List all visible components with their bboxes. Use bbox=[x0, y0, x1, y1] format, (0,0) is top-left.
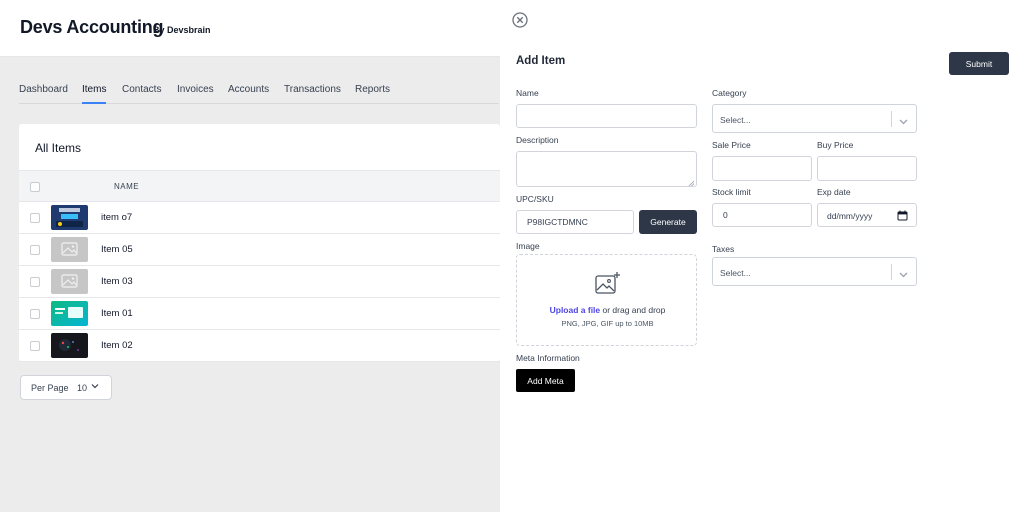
drawer-title: Add Item bbox=[516, 55, 566, 67]
chevron-down-icon bbox=[90, 381, 100, 393]
table-row[interactable]: Item 03 bbox=[19, 266, 500, 298]
nav-invoices[interactable]: Invoices bbox=[177, 84, 214, 104]
item-name[interactable]: item o7 bbox=[101, 212, 132, 223]
taxes-select[interactable]: Select... bbox=[712, 257, 917, 286]
card-title: All Items bbox=[35, 141, 82, 155]
item-thumbnail bbox=[51, 301, 88, 326]
image-dropzone[interactable]: Upload a file or drag and drop PNG, JPG,… bbox=[516, 254, 697, 346]
add-meta-button[interactable]: Add Meta bbox=[516, 369, 575, 392]
resize-grip-icon[interactable] bbox=[688, 178, 695, 187]
nav-accounts[interactable]: Accounts bbox=[228, 84, 269, 104]
nav-dashboard[interactable]: Dashboard bbox=[19, 84, 68, 104]
row-checkbox[interactable] bbox=[30, 277, 40, 287]
items-card: All Items NAME item o7 Item 05 Item 03 I… bbox=[19, 124, 500, 362]
brand-byline: By Devsbrain bbox=[153, 25, 211, 35]
column-name: NAME bbox=[114, 182, 140, 191]
item-thumbnail bbox=[51, 333, 88, 358]
upload-file-link[interactable]: Upload a file bbox=[550, 305, 601, 315]
select-all-checkbox[interactable] bbox=[30, 182, 40, 192]
placeholder-image-icon bbox=[51, 269, 88, 294]
upc-label: UPC/SKU bbox=[516, 194, 554, 204]
chevron-down-icon[interactable] bbox=[898, 114, 909, 132]
drag-drop-text: or drag and drop bbox=[600, 305, 666, 315]
per-page-value: 10 bbox=[77, 383, 88, 393]
name-label: Name bbox=[516, 88, 539, 98]
per-page-select[interactable]: Per Page 10 bbox=[20, 375, 112, 400]
stock-limit-label: Stock limit bbox=[712, 187, 751, 197]
generate-button[interactable]: Generate bbox=[639, 210, 697, 234]
calendar-icon[interactable] bbox=[897, 210, 908, 221]
item-name[interactable]: Item 05 bbox=[101, 244, 133, 255]
per-page-label: Per Page bbox=[31, 383, 69, 393]
nav-transactions[interactable]: Transactions bbox=[284, 84, 341, 104]
category-select[interactable]: Select... bbox=[712, 104, 917, 133]
sale-price-input[interactable] bbox=[712, 156, 812, 181]
chevron-down-icon[interactable] bbox=[898, 267, 909, 285]
stock-limit-input[interactable] bbox=[712, 203, 812, 227]
description-label: Description bbox=[516, 135, 559, 145]
sale-price-label: Sale Price bbox=[712, 140, 751, 150]
meta-label: Meta Information bbox=[516, 353, 580, 363]
nav-contacts[interactable]: Contacts bbox=[122, 84, 161, 104]
item-name[interactable]: Item 01 bbox=[101, 308, 133, 319]
placeholder-image-icon bbox=[51, 237, 88, 262]
table-row[interactable]: Item 05 bbox=[19, 234, 500, 266]
row-checkbox[interactable] bbox=[30, 309, 40, 319]
item-thumbnail bbox=[51, 205, 88, 230]
image-label: Image bbox=[516, 241, 540, 251]
select-divider bbox=[891, 264, 892, 280]
close-circle-icon[interactable] bbox=[512, 12, 528, 28]
buy-price-input[interactable] bbox=[817, 156, 917, 181]
item-name[interactable]: Item 03 bbox=[101, 276, 133, 287]
main-nav: Dashboard Items Contacts Invoices Accoun… bbox=[19, 84, 499, 104]
upc-input[interactable] bbox=[516, 210, 634, 234]
category-label: Category bbox=[712, 88, 747, 98]
exp-date-value: dd/mm/yyyy bbox=[827, 211, 873, 221]
exp-date-input[interactable]: dd/mm/yyyy bbox=[817, 203, 917, 227]
exp-date-label: Exp date bbox=[817, 187, 851, 197]
name-input[interactable] bbox=[516, 104, 697, 128]
category-placeholder: Select... bbox=[720, 115, 751, 125]
image-add-icon bbox=[594, 271, 622, 297]
table-header: NAME bbox=[19, 170, 500, 202]
table-row[interactable]: item o7 bbox=[19, 202, 500, 234]
brand-title: Devs Accounting bbox=[20, 17, 164, 37]
buy-price-label: Buy Price bbox=[817, 140, 854, 150]
row-checkbox[interactable] bbox=[30, 245, 40, 255]
dropzone-instructions: Upload a file or drag and drop bbox=[517, 305, 698, 315]
nav-items[interactable]: Items bbox=[82, 84, 107, 104]
table-row[interactable]: Item 02 bbox=[19, 330, 500, 362]
row-checkbox[interactable] bbox=[30, 341, 40, 351]
taxes-placeholder: Select... bbox=[720, 268, 751, 278]
submit-button[interactable]: Submit bbox=[949, 52, 1009, 75]
item-name[interactable]: Item 02 bbox=[101, 340, 133, 351]
description-textarea[interactable] bbox=[516, 151, 697, 187]
row-checkbox[interactable] bbox=[30, 213, 40, 223]
nav-reports[interactable]: Reports bbox=[355, 84, 390, 104]
add-item-drawer: Add Item Submit Name Description UPC/SKU… bbox=[500, 0, 1024, 512]
select-divider bbox=[891, 111, 892, 127]
table-row[interactable]: Item 01 bbox=[19, 298, 500, 330]
upload-hint: PNG, JPG, GIF up to 10MB bbox=[561, 319, 654, 328]
taxes-label: Taxes bbox=[712, 244, 735, 254]
